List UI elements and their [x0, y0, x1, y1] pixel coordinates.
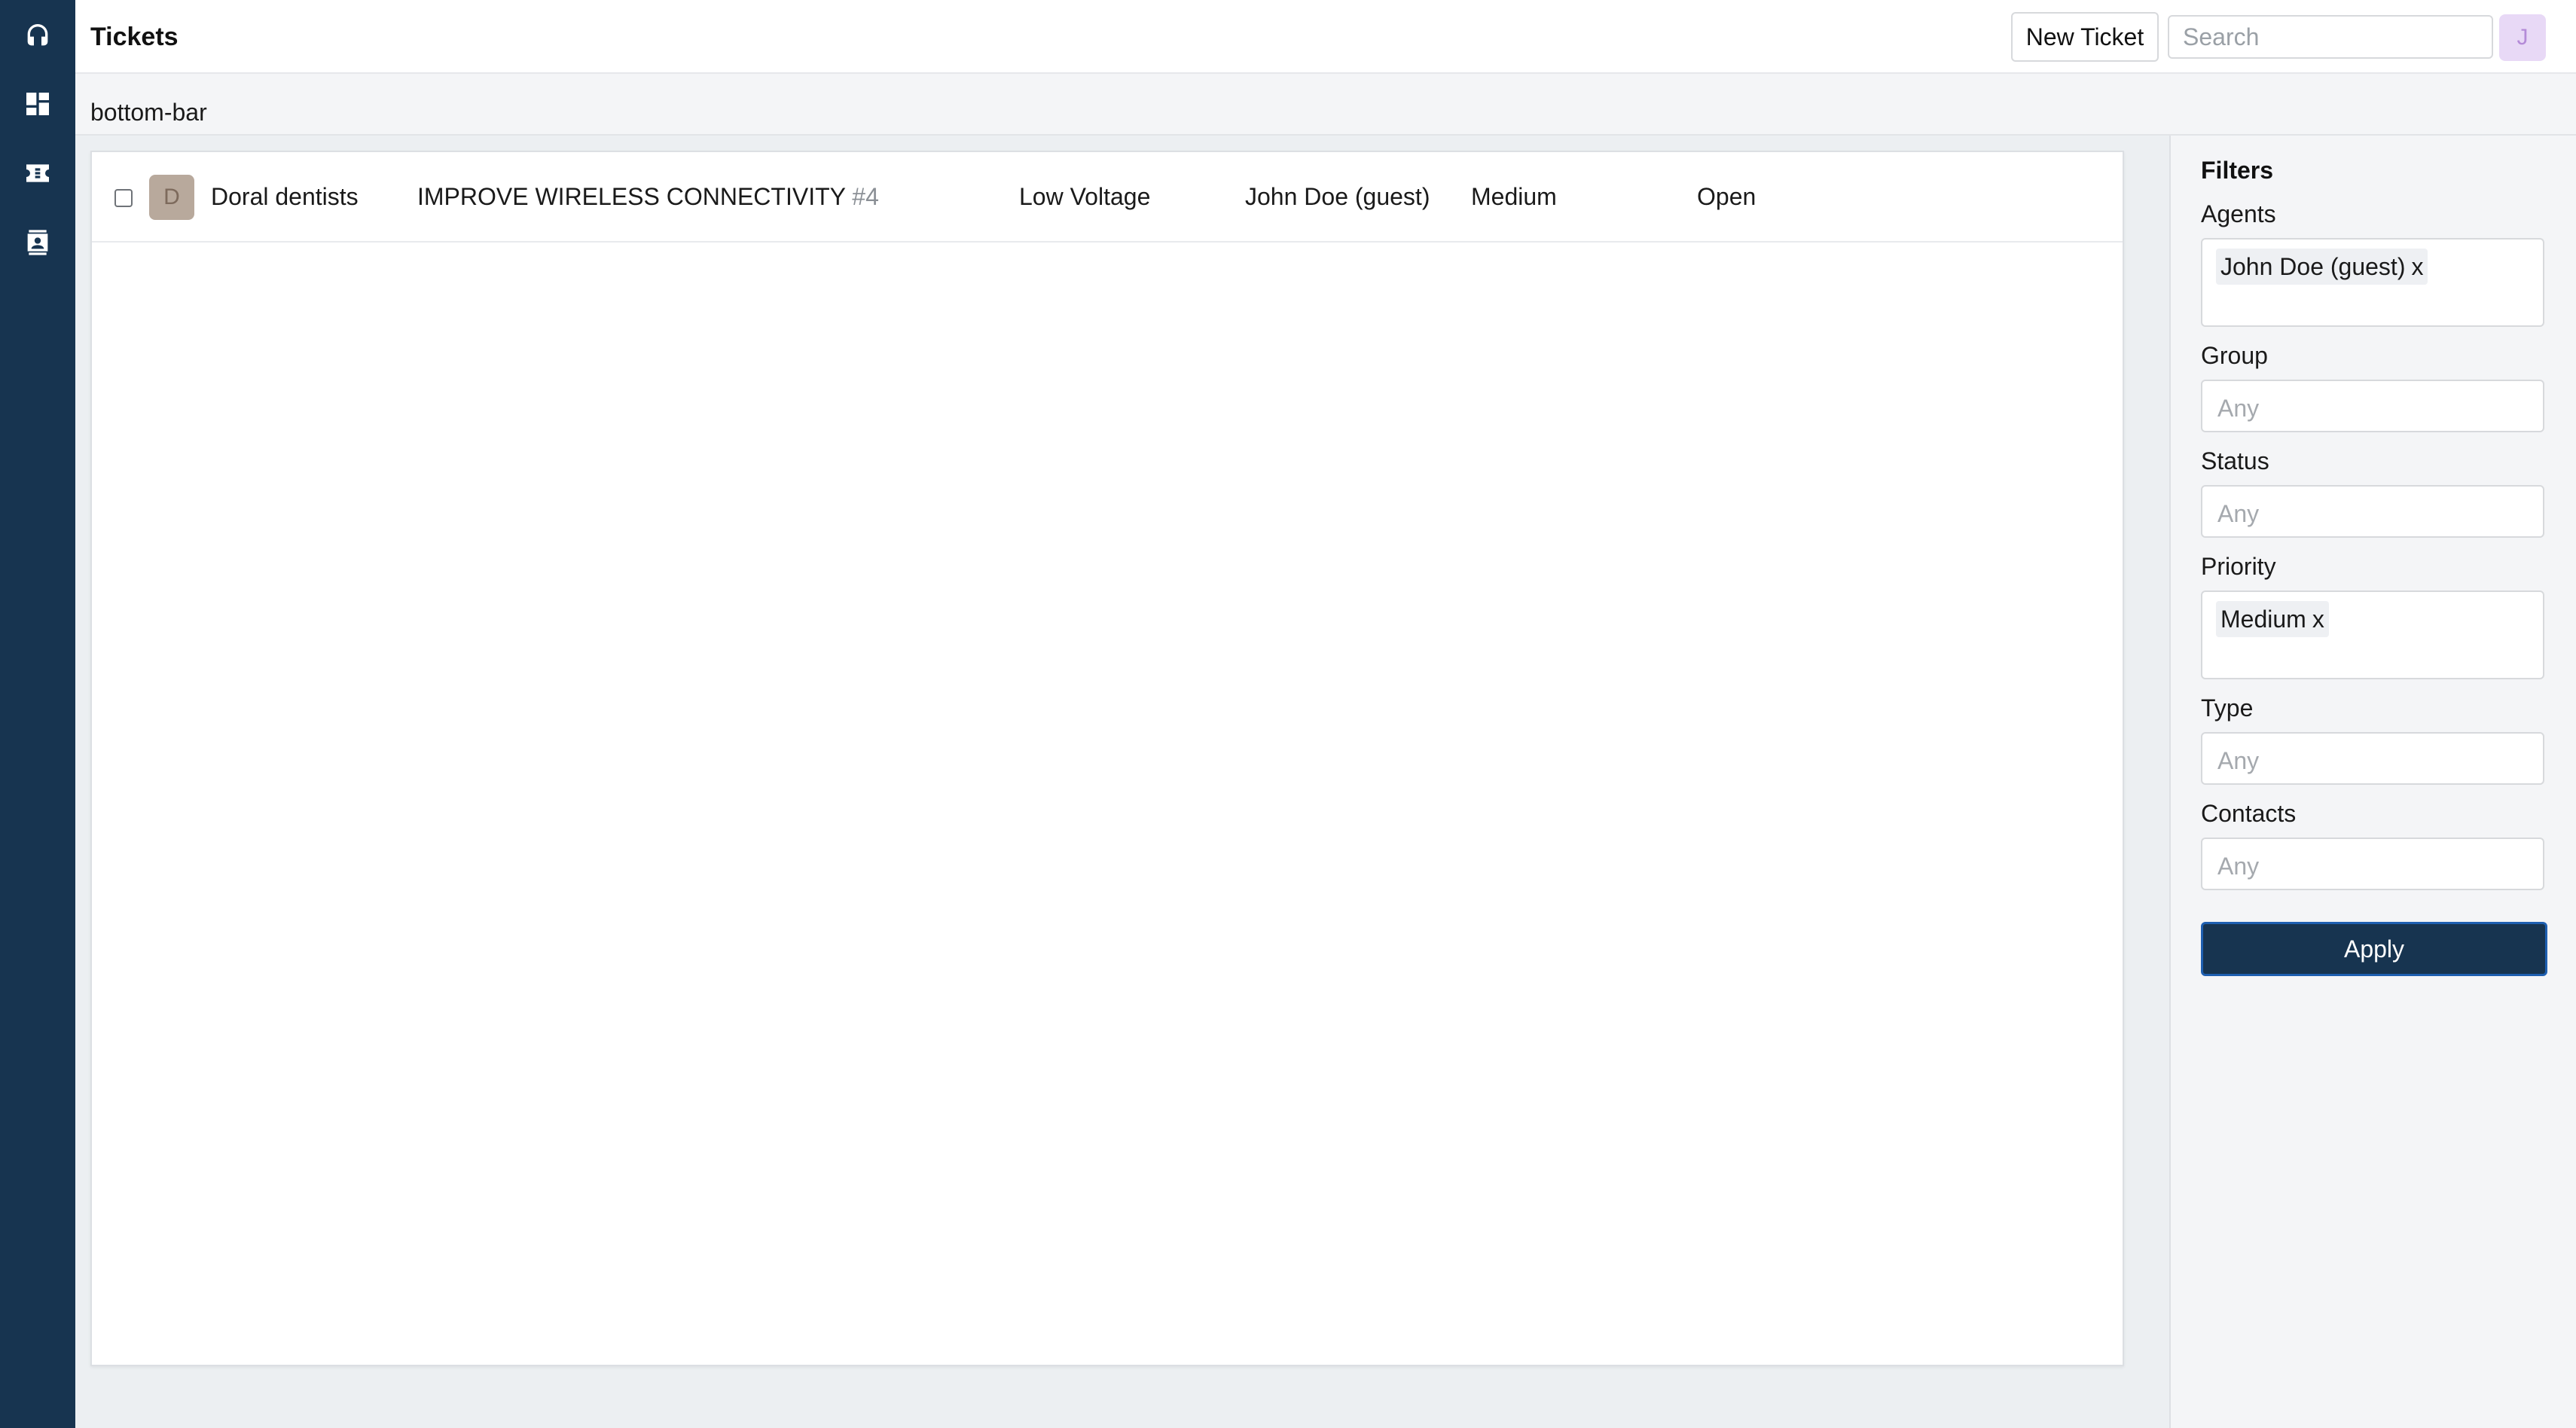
priority-label: Priority [2201, 553, 2276, 580]
ticket-list: D Doral dentists IMPROVE WIRELESS CONNEC… [90, 151, 2124, 1366]
ticket-contact: Doral dentists [211, 183, 359, 210]
contact-avatar: D [149, 175, 194, 220]
ticket-subject: IMPROVE WIRELESS CONNECTIVITY [417, 183, 846, 210]
ticket-status: Open [1697, 183, 1757, 210]
remove-chip-button[interactable]: x [2312, 606, 2324, 633]
contacts-icon[interactable] [23, 227, 53, 258]
ticket-group: Low Voltage [1019, 183, 1151, 210]
apply-button[interactable]: Apply [2201, 922, 2547, 976]
status-label: Status [2201, 447, 2269, 474]
contacts-label: Contacts [2201, 800, 2297, 827]
ticket-icon[interactable] [23, 158, 53, 188]
type-filter[interactable]: Any [2201, 732, 2544, 785]
headset-icon[interactable] [23, 20, 53, 50]
search-input[interactable] [2168, 15, 2493, 59]
row-checkbox[interactable] [114, 189, 133, 207]
ticket-priority: Medium [1471, 183, 1557, 210]
group-filter[interactable]: Any [2201, 380, 2544, 432]
agent-chip: John Doe (guest) x [2216, 249, 2428, 285]
status-filter[interactable]: Any [2201, 485, 2544, 538]
ticket-number: #4 [852, 183, 879, 210]
remove-chip-button[interactable]: x [2411, 253, 2423, 281]
header: Tickets New Ticket J [75, 0, 2576, 74]
bottom-bar: bottom-bar [75, 74, 2576, 136]
type-label: Type [2201, 694, 2254, 722]
group-label: Group [2201, 342, 2268, 369]
table-row[interactable]: D Doral dentists IMPROVE WIRELESS CONNEC… [92, 152, 2123, 243]
dashboard-icon[interactable] [23, 89, 53, 119]
contacts-filter[interactable]: Any [2201, 838, 2544, 890]
user-avatar[interactable]: J [2499, 14, 2546, 61]
priority-chip: Medium x [2216, 601, 2329, 637]
agents-filter[interactable]: John Doe (guest) x [2201, 238, 2544, 327]
filters-title: Filters [2201, 157, 2274, 184]
new-ticket-button[interactable]: New Ticket [2011, 12, 2159, 62]
ticket-agent: John Doe (guest) [1245, 183, 1430, 210]
bottom-bar-label: bottom-bar [90, 99, 207, 126]
agents-label: Agents [2201, 200, 2276, 227]
ticket-subject-cell[interactable]: IMPROVE WIRELESS CONNECTIVITY #4 [417, 183, 879, 211]
filters-panel: Filters Agents John Doe (guest) x Group … [2169, 136, 2576, 1428]
priority-filter[interactable]: Medium x [2201, 590, 2544, 679]
sidebar [0, 0, 75, 1428]
page-title: Tickets [90, 23, 179, 51]
